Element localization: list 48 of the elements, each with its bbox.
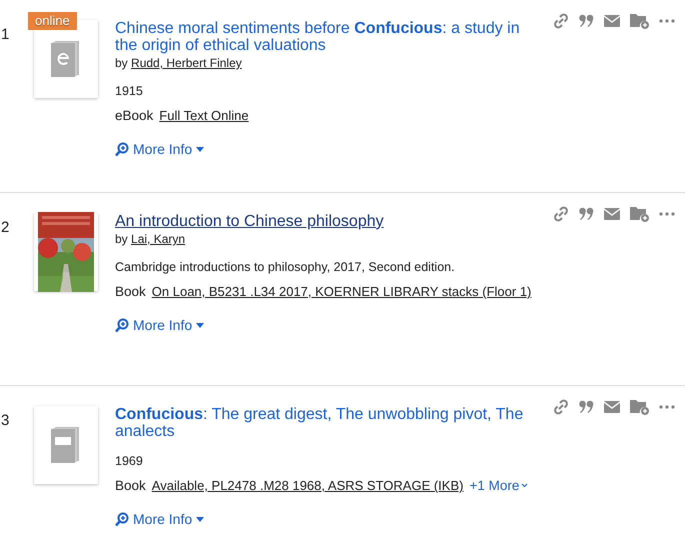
result-number: 1: [0, 25, 10, 45]
author-link[interactable]: Lai, Karyn: [131, 232, 186, 246]
link-icon[interactable]: [553, 12, 569, 28]
more-icon[interactable]: [659, 212, 675, 216]
link-icon[interactable]: [553, 206, 569, 222]
mail-icon[interactable]: [604, 14, 620, 26]
quote-icon[interactable]: [579, 400, 594, 414]
publication-detail: 1969: [115, 454, 143, 468]
ebook-icon: [51, 41, 81, 77]
result-title[interactable]: Confucious: The great digest, The unwobbling pivot, The analects: [115, 406, 528, 440]
mail-icon[interactable]: [604, 400, 620, 412]
more-icon[interactable]: [659, 404, 675, 408]
availability-link[interactable]: Full Text Online: [159, 108, 249, 123]
folder-add-icon[interactable]: [630, 205, 649, 222]
more-info-link[interactable]: More Info: [115, 141, 204, 157]
magnifier-icon: [115, 318, 129, 332]
magnifier-icon: [115, 142, 129, 156]
availability-link[interactable]: On Loan, B5231 .L34 2017, KOERNER LIBRARY stacks (Floor 1): [152, 284, 532, 299]
folder-add-icon[interactable]: [630, 398, 649, 415]
author-prefix: by: [115, 56, 128, 70]
availability-link[interactable]: Available, PL2478 .M28 1968, ASRS STORAGE (IKB): [152, 478, 464, 493]
result-number: 3: [0, 411, 10, 431]
publication-detail: Cambridge introductions to philosophy, 2017, Second edition.: [115, 260, 455, 274]
quote-icon[interactable]: [579, 206, 594, 220]
result-number: 2: [0, 218, 10, 238]
folder-add-icon[interactable]: [630, 12, 649, 29]
more-locations-link[interactable]: +1 More: [469, 478, 528, 493]
magnifier-icon: [115, 512, 129, 526]
author-prefix: by: [115, 232, 128, 246]
quote-icon[interactable]: [579, 14, 594, 28]
caret-icon: [196, 322, 204, 328]
book-icon: [51, 427, 81, 463]
result-title[interactable]: An introduction to Chinese philosophy: [115, 213, 384, 230]
caret-icon: [196, 146, 204, 152]
mail-icon[interactable]: [604, 208, 620, 220]
caret-icon: [196, 516, 204, 522]
result-title[interactable]: Chinese moral sentiments before Confucious: a study in the origin of ethical valuations: [115, 20, 525, 54]
chevron-icon: [521, 483, 528, 488]
more-icon[interactable]: [659, 18, 675, 22]
link-icon[interactable]: [553, 398, 569, 414]
format-label: Book: [115, 284, 146, 299]
format-label: eBook: [115, 108, 154, 123]
more-info-link[interactable]: More Info: [115, 511, 204, 527]
author-link[interactable]: Rudd, Herbert Finley: [131, 56, 242, 70]
online-badge: online: [28, 12, 77, 30]
more-info-link[interactable]: More Info: [115, 317, 204, 333]
format-label: Book: [115, 478, 146, 493]
publication-detail: 1915: [115, 84, 143, 98]
